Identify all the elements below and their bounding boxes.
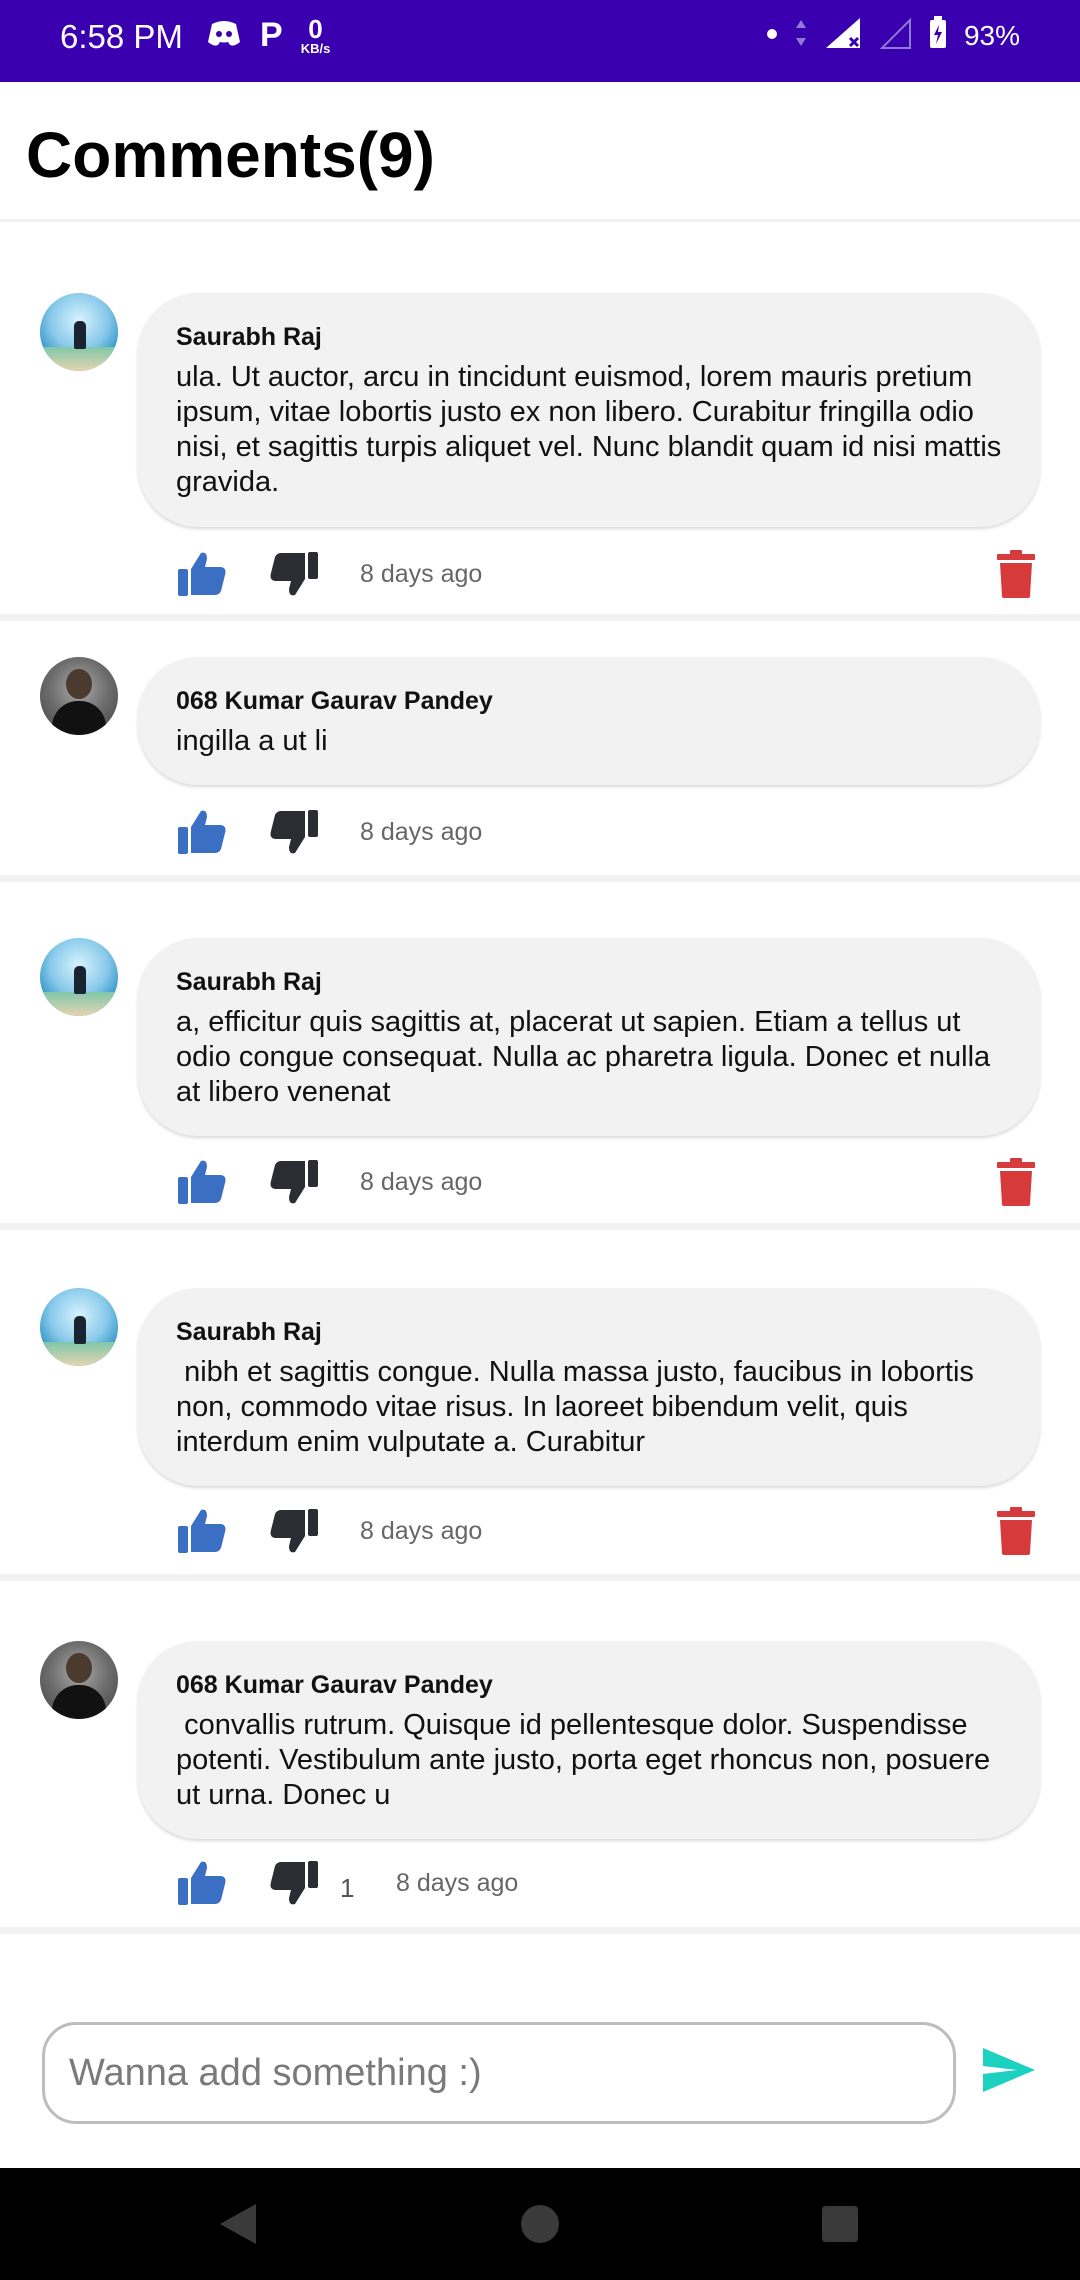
comment-item: Saurabh Raj a, efficitur quis sagittis a… (0, 882, 1080, 1230)
comment-age: 8 days ago (360, 1168, 483, 1196)
delete-button[interactable] (988, 1154, 1044, 1210)
comment-input[interactable] (42, 2022, 956, 2124)
thumbs-down-icon (270, 1509, 318, 1553)
status-bar: 6:58 PM P 0 KB/s 93% (0, 0, 1080, 82)
comment-composer (0, 1990, 1080, 2170)
comment-text: nibh et sagittis congue. Nulla massa jus… (176, 1356, 982, 1458)
dislike-button[interactable] (266, 804, 322, 860)
data-arrows-icon (794, 18, 808, 53)
thumbs-up-icon (178, 810, 226, 854)
trash-icon (997, 1158, 1035, 1206)
like-button[interactable] (174, 546, 230, 602)
thumbs-up-icon (178, 1509, 226, 1553)
discord-icon (206, 18, 242, 53)
comment-actions: 8 days ago (174, 546, 1044, 602)
dot-icon (766, 27, 778, 45)
avatar[interactable] (40, 657, 118, 735)
comment-item: Saurabh Raj nibh et sagittis congue. Nul… (0, 1230, 1080, 1581)
thumbs-down-icon (270, 810, 318, 854)
comment-author: Saurabh Raj (176, 323, 322, 351)
comment-actions: 1 8 days ago (174, 1855, 1044, 1911)
thumbs-up-icon (178, 552, 226, 596)
battery-icon (928, 16, 948, 55)
page-title: Comments(9) (26, 119, 435, 191)
avatar[interactable] (40, 1641, 118, 1719)
comment-bubble: 068 Kumar Gaurav Pandey convallis rutrum… (138, 1641, 1040, 1839)
signal-empty-icon (879, 16, 912, 55)
dislike-button[interactable] (266, 546, 322, 602)
back-triangle-icon (220, 2204, 256, 2244)
network-speed-unit: KB/s (300, 41, 331, 56)
thumbs-down-icon (270, 1160, 318, 1204)
comment-text: ingilla a ut li (176, 725, 328, 757)
comment-author: Saurabh Raj (176, 968, 322, 996)
trash-icon (997, 1507, 1035, 1555)
like-button[interactable] (174, 1503, 230, 1559)
comment-bubble: Saurabh Raj ula. Ut auctor, arcu in tinc… (138, 293, 1040, 527)
thumbs-up-icon (178, 1861, 226, 1905)
recents-button[interactable] (814, 2198, 866, 2250)
comment-actions: 8 days ago (174, 804, 1044, 860)
avatar[interactable] (40, 938, 118, 1016)
comment-author: 068 Kumar Gaurav Pandey (176, 687, 493, 715)
navigation-bar (0, 2168, 1080, 2280)
comment-text: convallis rutrum. Quisque id pellentesqu… (176, 1709, 999, 1811)
comment-age: 8 days ago (360, 560, 483, 588)
send-icon (983, 2048, 1035, 2092)
delete-button[interactable] (988, 1503, 1044, 1559)
like-button[interactable] (174, 804, 230, 860)
home-circle-icon (521, 2205, 559, 2243)
comment-bubble: Saurabh Raj nibh et sagittis congue. Nul… (138, 1288, 1040, 1486)
back-button[interactable] (212, 2198, 264, 2250)
battery-percent: 93% (963, 19, 1020, 51)
dislike-button[interactable] (266, 1503, 322, 1559)
recents-square-icon (822, 2206, 858, 2242)
dislike-count: 1 (340, 1873, 355, 1903)
comment-item: 068 Kumar Gaurav Pandey ingilla a ut li … (0, 621, 1080, 882)
comment-age: 8 days ago (360, 818, 483, 846)
network-speed-value: 0 (308, 14, 323, 44)
delete-button[interactable] (988, 546, 1044, 602)
comment-author: 068 Kumar Gaurav Pandey (176, 1671, 493, 1699)
comment-bubble: Saurabh Raj a, efficitur quis sagittis a… (138, 938, 1040, 1136)
like-button[interactable] (174, 1154, 230, 1210)
dislike-button[interactable] (266, 1855, 322, 1911)
comment-age: 8 days ago (396, 1869, 519, 1897)
send-button[interactable] (978, 2038, 1040, 2102)
status-time: 6:58 PM (60, 18, 183, 55)
avatar[interactable] (40, 1288, 118, 1366)
thumbs-up-icon (178, 1160, 226, 1204)
comment-bubble: 068 Kumar Gaurav Pandey ingilla a ut li (138, 657, 1040, 785)
trash-icon (997, 550, 1035, 598)
comment-text: a, efficitur quis sagittis at, placerat … (176, 1006, 999, 1108)
thumbs-down-icon (270, 1861, 318, 1905)
parking-icon: P (260, 16, 283, 54)
network-speed: 0 KB/s (301, 16, 331, 55)
comment-text: ula. Ut auctor, arcu in tincidunt euismo… (176, 361, 1010, 498)
comment-actions: 8 days ago (174, 1154, 1044, 1210)
page-header: Comments(9) (0, 82, 1080, 222)
comment-item: Saurabh Raj ula. Ut auctor, arcu in tinc… (0, 222, 1080, 621)
comment-actions: 8 days ago (174, 1503, 1044, 1559)
like-button[interactable] (174, 1855, 230, 1911)
avatar[interactable] (40, 293, 118, 371)
signal-icon (824, 16, 864, 55)
comment-author: Saurabh Raj (176, 1318, 322, 1346)
comment-age: 8 days ago (360, 1517, 483, 1545)
comment-item: 068 Kumar Gaurav Pandey convallis rutrum… (0, 1581, 1080, 1934)
thumbs-down-icon (270, 552, 318, 596)
dislike-button[interactable] (266, 1154, 322, 1210)
home-button[interactable] (514, 2198, 566, 2250)
